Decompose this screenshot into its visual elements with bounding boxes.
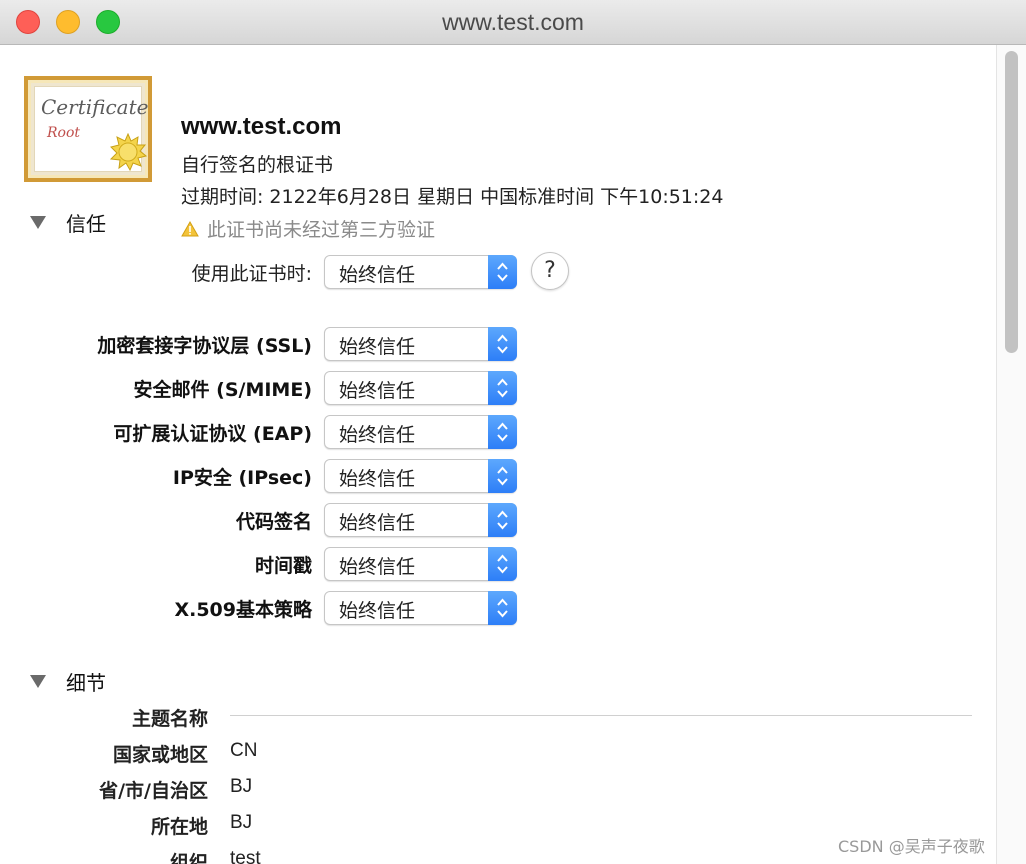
- trust-popup-ipsec[interactable]: 始终信任: [324, 459, 517, 493]
- certificate-name: www.test.com: [181, 113, 342, 140]
- trust-row: X.509基本策略 始终信任: [0, 591, 600, 625]
- chevron-up-down-icon: [497, 510, 508, 530]
- certificate-icon: Certificate Root: [24, 76, 152, 182]
- trust-popup-timestamp[interactable]: 始终信任: [324, 547, 517, 581]
- gold-seal-icon: [109, 133, 147, 171]
- subject-name-label: 主题名称: [131, 708, 208, 730]
- detail-value: BJ: [230, 812, 253, 833]
- details-section-header[interactable]: 细节: [30, 667, 106, 696]
- popup-arrows-icon[interactable]: [488, 503, 517, 537]
- detail-value: BJ: [230, 776, 253, 797]
- trust-popup-code-signing[interactable]: 始终信任: [324, 503, 517, 537]
- subject-name-row: 主题名称: [0, 702, 996, 732]
- scrollbar-thumb[interactable]: [1005, 51, 1018, 353]
- popup-value: 始终信任: [339, 468, 416, 490]
- trust-popup-smime[interactable]: 始终信任: [324, 371, 517, 405]
- trust-section-title: 信任: [66, 212, 106, 236]
- popup-arrows-icon[interactable]: [488, 255, 517, 289]
- popup-arrows-icon[interactable]: [488, 547, 517, 581]
- help-button[interactable]: ?: [531, 252, 569, 290]
- disclosure-triangle-icon[interactable]: [30, 216, 46, 229]
- trust-row: 可扩展认证协议 (EAP) 始终信任: [0, 415, 600, 449]
- popup-arrows-icon[interactable]: [488, 415, 517, 449]
- popup-value: 始终信任: [339, 380, 416, 402]
- certificate-icon-subtext: Root: [47, 125, 81, 141]
- trust-row-label: IP安全 (IPsec): [172, 467, 312, 489]
- trust-row-label: 时间戳: [254, 555, 312, 577]
- chevron-up-down-icon: [497, 334, 508, 354]
- disclosure-triangle-icon[interactable]: [30, 675, 46, 688]
- subject-name-divider: [230, 715, 972, 716]
- popup-value: 始终信任: [339, 264, 416, 286]
- window-title: www.test.com: [442, 9, 584, 35]
- chevron-up-down-icon: [497, 554, 508, 574]
- popup-value: 始终信任: [339, 336, 416, 358]
- trust-section-header[interactable]: 信任: [30, 208, 106, 237]
- certificate-icon-text: Certificate: [41, 95, 149, 119]
- popup-arrows-icon[interactable]: [488, 371, 517, 405]
- certificate-warning: 此证书尚未经过第三方验证: [181, 215, 435, 242]
- popup-value: 始终信任: [339, 556, 416, 578]
- trust-row-label: 加密套接字协议层 (SSL): [97, 335, 312, 357]
- detail-label: 国家或地区: [112, 744, 208, 766]
- detail-label: 省/市/自治区: [99, 780, 208, 802]
- watermark-text: CSDN @吴声子夜歌: [838, 837, 985, 856]
- when-using-popup[interactable]: 始终信任: [324, 255, 517, 289]
- trust-row: 加密套接字协议层 (SSL) 始终信任: [0, 327, 600, 361]
- popup-value: 始终信任: [339, 512, 416, 534]
- expiry-value: 2122年6月28日 星期日 中国标准时间 下午10:51:24: [269, 186, 724, 208]
- detail-label: 所在地: [150, 816, 208, 838]
- certificate-description: 自行签名的根证书: [181, 154, 334, 176]
- detail-row: 国家或地区 CN: [0, 738, 996, 768]
- popup-arrows-icon[interactable]: [488, 591, 517, 625]
- popup-arrows-icon[interactable]: [488, 459, 517, 493]
- popup-value: 始终信任: [339, 424, 416, 446]
- chevron-up-down-icon: [497, 378, 508, 398]
- detail-row: 省/市/自治区 BJ: [0, 774, 996, 804]
- certificate-expiry: 过期时间: 2122年6月28日 星期日 中国标准时间 下午10:51:24: [181, 182, 723, 209]
- popup-value: 始终信任: [339, 600, 416, 622]
- trust-row: 代码签名 始终信任: [0, 503, 600, 537]
- window-titlebar: www.test.com: [0, 0, 1026, 45]
- detail-value: CN: [230, 740, 258, 761]
- expiry-label: 过期时间:: [181, 186, 264, 208]
- trust-popup-ssl[interactable]: 始终信任: [324, 327, 517, 361]
- trust-popup-eap[interactable]: 始终信任: [324, 415, 517, 449]
- certificate-icon-paper: Certificate Root: [34, 86, 148, 172]
- chevron-up-down-icon: [497, 598, 508, 618]
- chevron-up-down-icon: [497, 466, 508, 486]
- trust-row-when-using: 使用此证书时: 始终信任: [0, 255, 600, 289]
- trust-row: IP安全 (IPsec) 始终信任: [0, 459, 600, 493]
- details-section-title: 细节: [66, 671, 106, 695]
- trust-popup-x509[interactable]: 始终信任: [324, 591, 517, 625]
- when-using-label: 使用此证书时:: [191, 263, 312, 285]
- trust-row-label: 代码签名: [235, 511, 312, 533]
- warning-text: 此证书尚未经过第三方验证: [207, 219, 436, 241]
- detail-value: test: [230, 848, 261, 864]
- trust-row: 时间戳 始终信任: [0, 547, 600, 581]
- trust-row-label: 可扩展认证协议 (EAP): [113, 423, 312, 445]
- warning-icon: [181, 220, 199, 236]
- trust-row-label: X.509基本策略: [174, 599, 312, 621]
- trust-row: 安全邮件 (S/MIME) 始终信任: [0, 371, 600, 405]
- chevron-up-down-icon: [497, 422, 508, 442]
- chevron-up-down-icon: [497, 262, 508, 282]
- popup-arrows-icon[interactable]: [488, 327, 517, 361]
- detail-label: 组织: [169, 852, 208, 864]
- certificate-content: Certificate Root www.test.com 自行签名的根证书 过…: [0, 45, 996, 864]
- trust-row-label: 安全邮件 (S/MIME): [133, 379, 312, 401]
- vertical-scrollbar[interactable]: [996, 45, 1026, 864]
